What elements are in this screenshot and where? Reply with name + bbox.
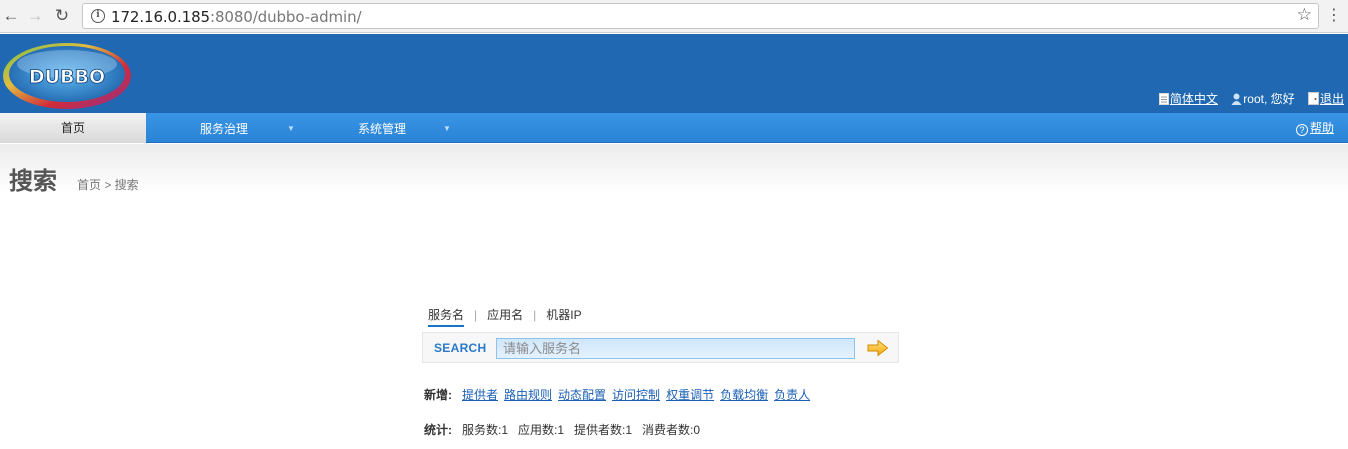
page-title: 搜索 bbox=[9, 168, 57, 195]
chevron-down-icon: ▼ bbox=[443, 124, 451, 133]
add-label: 新增: bbox=[424, 388, 452, 402]
add-access-control-link[interactable]: 访问控制 bbox=[612, 388, 660, 402]
nav-service-governance-label: 服务治理 bbox=[200, 122, 249, 136]
add-loadbalance-link[interactable]: 负载均衡 bbox=[720, 388, 768, 402]
main-navbar: 首页 服务治理 ▼ 系统管理 ▼ ? 帮助 bbox=[0, 113, 1348, 143]
chevron-down-icon: ▼ bbox=[287, 124, 295, 133]
add-dynamic-config-link[interactable]: 动态配置 bbox=[558, 388, 606, 402]
search-input[interactable] bbox=[496, 338, 855, 359]
language-link[interactable]: 简体中文 bbox=[1158, 92, 1221, 106]
nav-system-management-label: 系统管理 bbox=[358, 122, 407, 136]
tab-machine-ip[interactable]: 机器IP bbox=[546, 306, 581, 323]
tab-service-name[interactable]: 服务名 bbox=[428, 306, 465, 327]
dubbo-logo: DUBBO bbox=[3, 43, 131, 109]
stats-row: 统计: 服务数:1 应用数:1 提供者数:1 消费者数:0 bbox=[424, 421, 710, 438]
arrow-right-icon[interactable] bbox=[867, 339, 889, 357]
url-text: 172.16.0.185:8080/dubbo-admin/ bbox=[111, 8, 362, 26]
browser-menu-icon[interactable]: ⋮ bbox=[1326, 5, 1342, 27]
stats-label: 统计: bbox=[424, 423, 452, 437]
forward-icon[interactable]: → bbox=[24, 5, 46, 27]
add-row: 新增: 提供者 路由规则 动态配置 访问控制 权重调节 负载均衡 负责人 bbox=[424, 386, 816, 403]
tab-separator: | bbox=[474, 308, 478, 322]
logout-icon bbox=[1307, 92, 1319, 105]
header-links: 简体中文 root, 您好 退出 bbox=[1149, 90, 1344, 107]
search-box: SEARCH bbox=[422, 332, 899, 363]
bookmark-star-icon[interactable]: ☆ bbox=[1297, 5, 1312, 25]
page-header: 搜索 首页 > 搜索 bbox=[0, 144, 1348, 195]
add-provider-link[interactable]: 提供者 bbox=[462, 388, 498, 402]
stat-services: 服务数:1 bbox=[462, 423, 509, 437]
nav-home[interactable]: 首页 bbox=[0, 113, 146, 143]
breadcrumb: 首页 > 搜索 bbox=[77, 178, 139, 192]
add-route-link[interactable]: 路由规则 bbox=[504, 388, 552, 402]
help-link[interactable]: ? 帮助 bbox=[1295, 113, 1334, 143]
info-icon[interactable]: i bbox=[91, 9, 105, 23]
user-greeting: root, 您好 bbox=[1231, 92, 1298, 106]
logout-link[interactable]: 退出 bbox=[1307, 92, 1344, 106]
add-owner-link[interactable]: 负责人 bbox=[774, 388, 810, 402]
user-icon bbox=[1231, 93, 1242, 105]
browser-toolbar: ← → ↻ i 172.16.0.185:8080/dubbo-admin/ ☆… bbox=[0, 0, 1348, 33]
nav-system-management[interactable]: 系统管理 ▼ bbox=[358, 113, 451, 143]
search-tabs: 服务名 | 应用名 | 机器IP bbox=[428, 306, 582, 327]
app-header: DUBBO 简体中文 root, 您好 退出 bbox=[0, 34, 1348, 113]
back-icon[interactable]: ← bbox=[0, 5, 22, 27]
search-label: SEARCH bbox=[434, 341, 487, 355]
stat-providers: 提供者数:1 bbox=[574, 423, 633, 437]
address-bar[interactable]: i 172.16.0.185:8080/dubbo-admin/ ☆ bbox=[82, 3, 1319, 29]
reload-icon[interactable]: ↻ bbox=[51, 5, 73, 27]
tab-app-name[interactable]: 应用名 bbox=[487, 306, 523, 323]
help-icon: ? bbox=[1295, 124, 1308, 136]
nav-service-governance[interactable]: 服务治理 ▼ bbox=[200, 113, 295, 143]
tab-separator: | bbox=[533, 308, 537, 322]
svg-text:DUBBO: DUBBO bbox=[29, 66, 105, 88]
add-weight-link[interactable]: 权重调节 bbox=[666, 388, 714, 402]
stat-apps: 应用数:1 bbox=[518, 423, 565, 437]
document-icon bbox=[1158, 93, 1169, 105]
stat-consumers: 消费者数:0 bbox=[642, 423, 701, 437]
